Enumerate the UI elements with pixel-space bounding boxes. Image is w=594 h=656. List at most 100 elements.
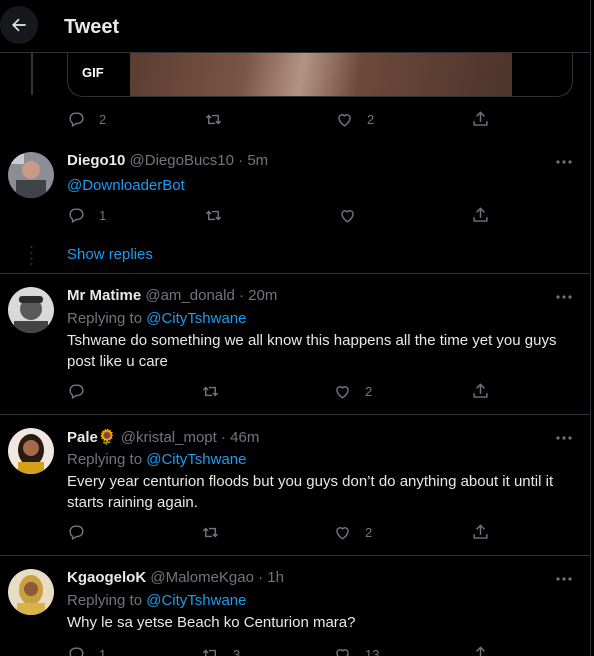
more-icon[interactable] [554, 428, 574, 448]
heart-icon [338, 114, 351, 127]
mention-link[interactable]: @DownloaderBot [67, 177, 185, 194]
reply-icon [69, 647, 84, 656]
tweet-header: KgaogeloK @MalomeKgao · 1h [67, 569, 284, 586]
handle[interactable]: @MalomeKgao [150, 569, 254, 586]
retweet-button[interactable]: 3 [201, 645, 240, 656]
replying-to-link[interactable]: @CityTshwane [146, 451, 246, 468]
like-button[interactable]: 2 [335, 110, 374, 129]
like-button[interactable] [338, 206, 357, 225]
replying-to: Replying to @CityTshwane [67, 592, 246, 609]
divider [0, 555, 590, 556]
avatar-image [8, 287, 54, 333]
more-icon[interactable] [554, 287, 574, 307]
thread-line [31, 53, 33, 95]
separator: · [216, 429, 231, 446]
like-count: 2 [367, 112, 375, 127]
reply-icon [69, 112, 84, 128]
tweet-actions: 2 [67, 523, 497, 543]
retweet-icon [202, 386, 219, 397]
divider [0, 414, 590, 415]
separator: · [233, 152, 248, 169]
reply-icon [69, 525, 84, 541]
tweet-header: Pale🌻 @kristal_mopt · 46m [67, 428, 259, 446]
show-replies-link[interactable]: Show replies [67, 246, 153, 263]
avatar[interactable] [8, 287, 54, 333]
replying-to-link[interactable]: @CityTshwane [146, 592, 246, 609]
avatar[interactable] [8, 152, 54, 198]
replying-label: Replying to [67, 592, 147, 609]
gif-image[interactable] [130, 53, 512, 96]
share-button[interactable] [471, 110, 490, 129]
retweet-button[interactable] [204, 110, 223, 129]
like-count: 13 [365, 647, 380, 656]
display-name[interactable]: Mr Matime [67, 287, 141, 304]
handle[interactable]: @am_donald [145, 287, 234, 304]
heart-icon [336, 649, 349, 656]
more-icon[interactable] [554, 569, 574, 589]
separator: · [234, 287, 249, 304]
share-icon [476, 646, 485, 656]
back-button[interactable] [0, 6, 38, 44]
share-icon [473, 111, 488, 126]
retweet-button[interactable] [201, 523, 220, 542]
replying-label: Replying to [67, 310, 147, 327]
like-button[interactable]: 2 [333, 523, 372, 542]
retweet-button[interactable] [201, 382, 220, 401]
replying-to: Replying to @CityTshwane [67, 451, 246, 468]
reply-button[interactable] [67, 523, 86, 542]
share-button[interactable] [471, 645, 490, 656]
gif-media[interactable]: GIF [67, 53, 573, 97]
display-name[interactable]: Diego10 [67, 152, 125, 169]
column-border [590, 0, 594, 656]
avatar[interactable] [8, 428, 54, 474]
handle[interactable]: @kristal_mopt [121, 429, 217, 446]
avatar[interactable] [8, 569, 54, 615]
timestamp[interactable]: 46m [230, 429, 259, 446]
avatar-image [8, 428, 54, 474]
reply-icon [69, 384, 84, 400]
page-title: Tweet [64, 16, 120, 38]
avatar-image [8, 152, 54, 198]
tweet-text: Tshwane do something we all know this ha… [67, 332, 557, 370]
share-button[interactable] [471, 523, 490, 542]
reply-icon [69, 208, 84, 224]
like-count: 2 [365, 525, 373, 540]
tweet-actions: 2 2 [67, 110, 497, 130]
like-button[interactable]: 2 [333, 382, 372, 401]
share-button[interactable] [471, 382, 490, 401]
timestamp[interactable]: 20m [248, 287, 277, 304]
reply-count: 1 [99, 208, 107, 223]
replying-to: Replying to @CityTshwane [67, 310, 246, 327]
retweet-icon [202, 527, 219, 538]
reply-button[interactable]: 1 [67, 645, 106, 656]
like-count: 2 [365, 384, 373, 399]
share-button[interactable] [471, 206, 490, 225]
timestamp[interactable]: 5m [247, 152, 268, 169]
reply-button[interactable] [67, 382, 86, 401]
share-icon [473, 524, 488, 539]
more-icon[interactable] [554, 152, 574, 172]
replying-to-link[interactable]: @CityTshwane [146, 310, 246, 327]
retweet-icon [205, 114, 222, 125]
display-name[interactable]: KgaogeloK [67, 569, 146, 586]
like-button[interactable]: 13 [333, 645, 379, 656]
avatar-image [8, 569, 54, 615]
display-name[interactable]: Pale🌻 [67, 429, 117, 446]
retweet-button[interactable] [204, 206, 223, 225]
timestamp[interactable]: 1h [267, 569, 284, 586]
heart-icon [341, 210, 354, 223]
reply-button[interactable]: 1 [67, 206, 106, 225]
retweet-count: 3 [233, 647, 241, 656]
handle[interactable]: @DiegoBucs10 [130, 152, 234, 169]
reply-count: 2 [99, 112, 107, 127]
retweet-icon [202, 649, 218, 656]
tweet-header: Diego10 @DiegoBucs10 · 5m [67, 152, 268, 169]
arrow-left-icon [12, 18, 26, 32]
top-bar: Tweet [0, 0, 590, 53]
separator: · [253, 569, 268, 586]
reply-button[interactable]: 2 [67, 110, 106, 129]
divider [0, 273, 590, 274]
tweet-header: Mr Matime @am_donald · 20m [67, 287, 277, 304]
gif-badge: GIF [82, 65, 104, 80]
tweet-text: Why le sa yetse Beach ko Centurion mara? [67, 614, 356, 631]
